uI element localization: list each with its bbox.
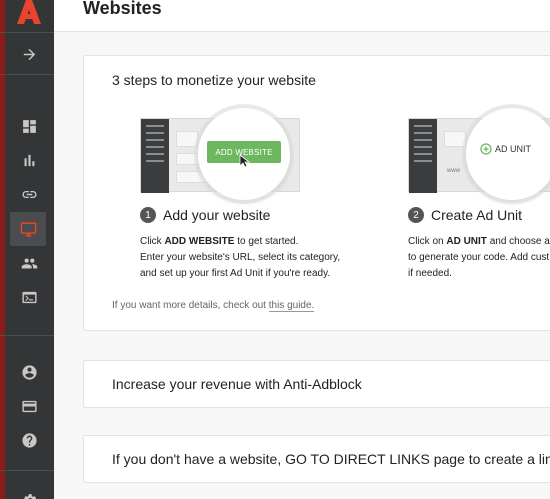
sidebar-divider — [0, 32, 54, 33]
www-label: www — [447, 168, 460, 174]
page-header: Websites — [54, 0, 550, 32]
sidebar-item-websites[interactable] — [10, 212, 46, 246]
help-icon — [22, 432, 37, 448]
anti-adblock-card[interactable]: Increase your revenue with Anti-Adblock — [83, 360, 550, 408]
sidebar-item-settings[interactable] — [5, 483, 54, 499]
sidebar-divider — [0, 470, 54, 471]
terminal-icon — [22, 291, 37, 303]
gear-icon — [24, 493, 37, 499]
step-title: Add your website — [163, 207, 271, 223]
ad-unit-button-illustration: AD UNIT — [480, 143, 531, 155]
sidebar-divider — [0, 74, 54, 75]
steps-card: 3 steps to monetize your website ADD WEB… — [83, 55, 550, 331]
sidebar-item-referrals[interactable] — [5, 246, 54, 280]
guide-note: If you want more details, check out this… — [112, 300, 315, 312]
users-icon — [21, 258, 38, 268]
sidebar-item-payments[interactable] — [5, 389, 54, 423]
create-ad-unit-illustration: www AD UNIT — [408, 108, 550, 200]
sidebar-divider — [0, 335, 54, 336]
card-icon — [22, 400, 37, 412]
monitor-icon — [20, 221, 36, 237]
expand-sidebar-button[interactable] — [5, 37, 54, 71]
page-title: Websites — [83, 0, 162, 18]
direct-links-card[interactable]: If you don't have a website, GO TO DIREC… — [83, 435, 550, 483]
magnifier-lens: ADD WEBSITE — [198, 108, 290, 200]
account-icon — [22, 364, 37, 380]
sidebar-item-help[interactable] — [5, 423, 54, 457]
sidebar-item-dashboard[interactable] — [5, 109, 54, 143]
bar-chart-icon — [24, 154, 35, 166]
step-description: Click ADD WEBSITE to get started. Enter … — [140, 236, 341, 279]
sidebar — [0, 0, 54, 499]
step-number-badge: 2 — [408, 207, 424, 223]
step-add-website: ADD WEBSITE 1 Add your website Click ADD… — [140, 108, 410, 279]
step-number-badge: 1 — [140, 207, 156, 223]
dashboard-icon — [23, 119, 36, 133]
sidebar-item-account[interactable] — [5, 355, 54, 389]
anti-adblock-title: Increase your revenue with Anti-Adblock — [112, 376, 362, 392]
logo-icon[interactable] — [13, 0, 43, 24]
direct-links-title: If you don't have a website, GO TO DIREC… — [112, 451, 550, 467]
sidebar-item-api[interactable] — [5, 280, 54, 314]
arrow-right-icon — [23, 48, 36, 60]
magnifier-lens: AD UNIT — [466, 108, 550, 200]
steps-card-title: 3 steps to monetize your website — [112, 72, 316, 88]
step-title: Create Ad Unit — [431, 207, 523, 223]
sidebar-item-statistics[interactable] — [5, 143, 54, 177]
add-website-illustration: ADD WEBSITE — [140, 108, 300, 200]
step-create-ad-unit: www AD UNIT 2 Create Ad Unit Click on AD… — [408, 108, 550, 279]
guide-link[interactable]: this guide. — [268, 300, 315, 312]
cursor-icon — [239, 154, 251, 168]
sidebar-item-direct-links[interactable] — [5, 177, 54, 211]
plus-circle-icon — [480, 143, 492, 155]
step-description: Click on AD UNIT and choose an to genera… — [408, 236, 550, 279]
link-icon — [22, 190, 37, 198]
